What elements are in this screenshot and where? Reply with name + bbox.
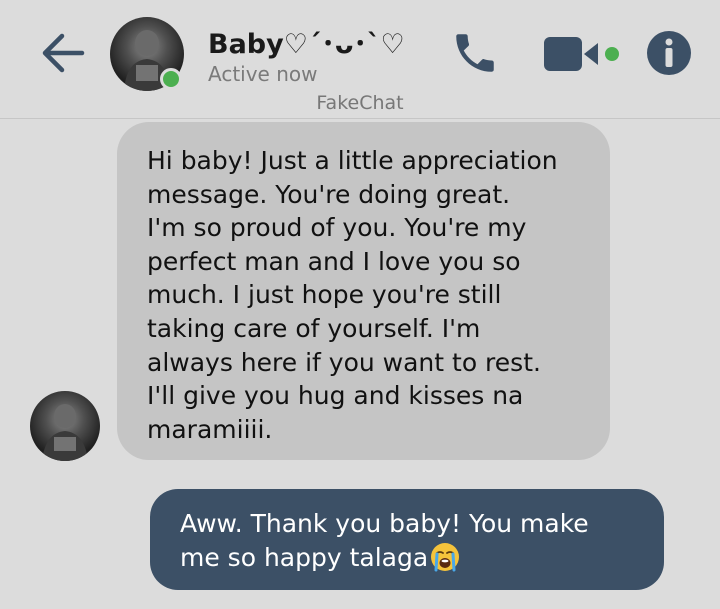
active-status: Active now [208,62,318,86]
watermark: FakeChat [316,92,404,114]
info-icon[interactable] [646,30,692,76]
loudly-crying-face-emoji [430,542,460,572]
phone-icon[interactable] [450,28,500,78]
incoming-message-text: Hi baby! Just a little appreciation mess… [147,146,558,444]
back-arrow-icon[interactable] [38,30,88,76]
chat-header: Baby♡´･ᴗ･`♡ Active now FakeChat [0,0,720,119]
online-status-dot [160,68,182,90]
sender-avatar[interactable] [30,391,100,461]
incoming-message-bubble[interactable]: Hi baby! Just a little appreciation mess… [117,122,610,460]
contact-name[interactable]: Baby♡´･ᴗ･`♡ [208,22,405,61]
video-camera-icon[interactable] [544,34,626,74]
outgoing-message-bubble[interactable]: Aww. Thank you baby! You make me so happ… [150,489,664,590]
outgoing-message-text: Aww. Thank you baby! You make me so happ… [180,509,589,572]
